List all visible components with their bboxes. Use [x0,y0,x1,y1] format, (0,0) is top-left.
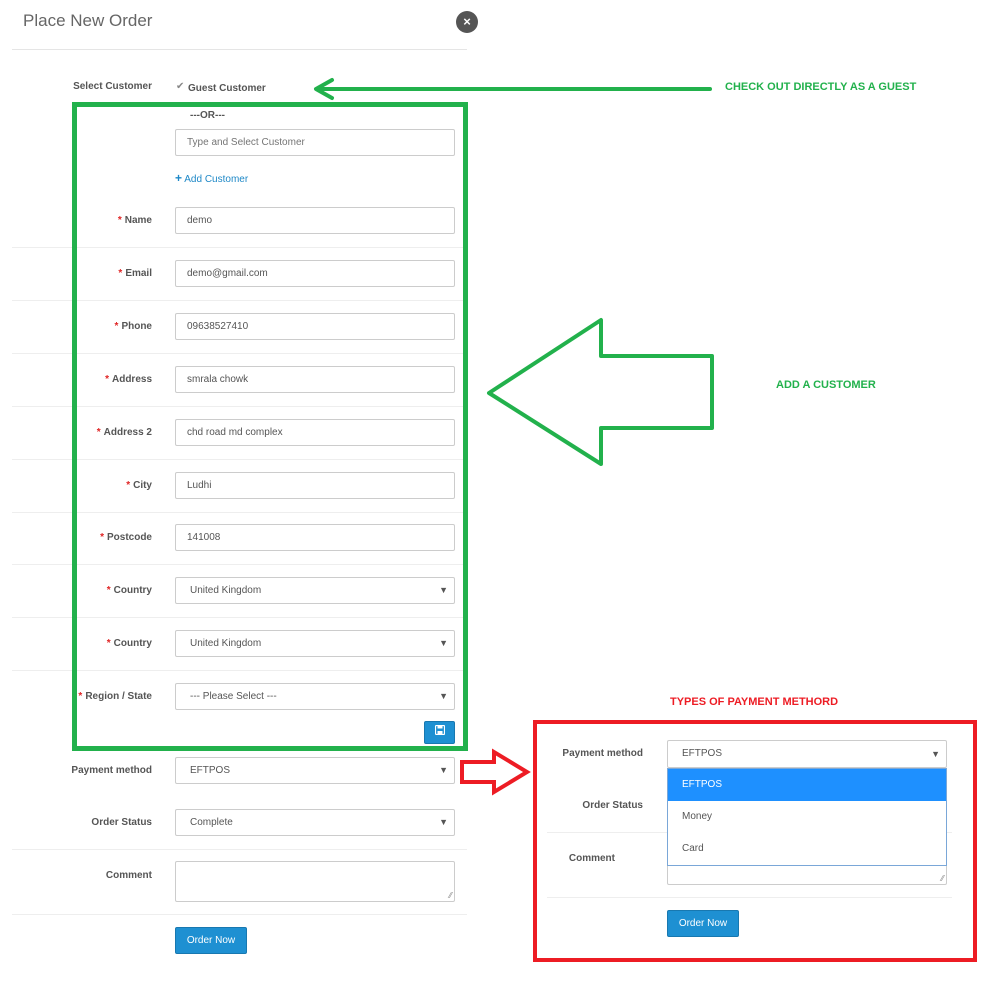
guest-customer-checkbox[interactable]: ✔ [176,81,184,92]
chevron-down-icon: ▼ [439,765,448,775]
inset-comment-label: Comment [568,853,615,864]
modal-title: Place New Order [23,11,153,30]
payment-option[interactable]: Money [668,801,946,833]
row-divider [12,849,467,850]
order-status-select[interactable]: Complete ▼ [175,809,455,836]
payment-method-select[interactable]: EFTPOS ▼ [175,757,455,784]
payment-method-value: EFTPOS [190,765,231,776]
inset-order-now-button[interactable]: Order Now [667,910,739,937]
guest-customer-label[interactable]: Guest Customer [188,83,266,94]
chevron-down-icon: ▼ [931,749,940,759]
inset-payment-label: Payment method [562,748,643,759]
select-customer-label: Select Customer [73,81,152,92]
row-divider [12,914,467,915]
close-icon: × [463,14,471,29]
payment-types-annotation: TYPES OF PAYMENT METHORD [670,696,839,708]
payment-options-dropdown: EFTPOS Money Card [667,768,947,866]
chevron-down-icon: ▼ [439,817,448,827]
order-status-label: Order Status [91,817,152,828]
add-customer-annotation: ADD A CUSTOMER [776,379,876,391]
close-button[interactable]: × [456,11,478,33]
inset-payment-select[interactable]: EFTPOS ▼ [667,740,947,768]
comment-label: Comment [105,870,152,881]
inset-status-label: Order Status [582,800,643,811]
payment-method-label: Payment method [71,765,152,776]
resize-handle-icon[interactable]: ⁄⁄ [941,874,944,883]
resize-handle-icon[interactable]: ⁄⁄ [449,891,452,900]
payment-option[interactable]: EFTPOS [668,769,946,801]
guest-annotation: CHECK OUT DIRECTLY AS A GUEST [725,81,917,93]
guest-arrow-icon [314,78,712,100]
comment-textarea[interactable]: ⁄⁄ [175,861,455,902]
add-customer-arrow-icon [487,318,714,466]
payment-arrow-icon [460,748,531,796]
order-now-button[interactable]: Order Now [175,927,247,954]
add-customer-highlight [72,102,468,751]
order-status-value: Complete [190,817,233,828]
payment-option[interactable]: Card [668,833,946,865]
header-divider [12,49,467,50]
row-divider [547,897,952,898]
